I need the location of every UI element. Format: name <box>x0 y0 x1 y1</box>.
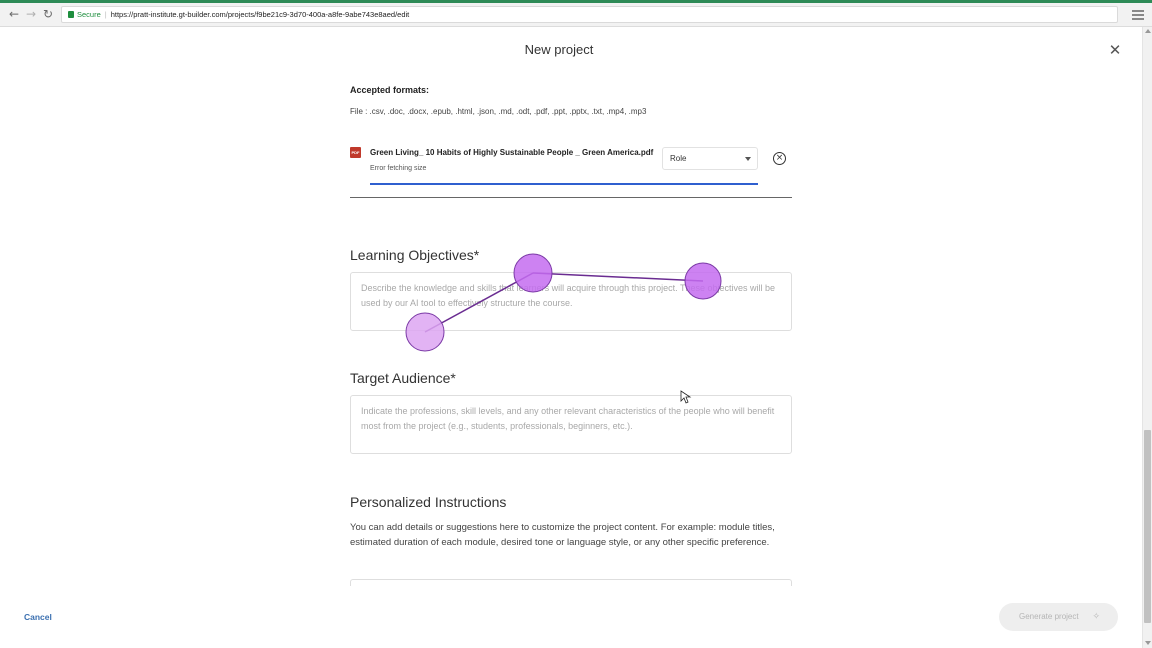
personalized-instructions-help: You can add details or suggestions here … <box>350 522 775 548</box>
url-text: https://pratt-institute.gt-builder.com/p… <box>110 10 410 19</box>
learning-objectives-placeholder: Describe the knowledge and skills that l… <box>361 283 776 308</box>
modal-footer: Cancel Generate project ✧ <box>0 586 1142 648</box>
forward-arrow-icon[interactable]: → <box>24 7 38 21</box>
learning-objectives-input[interactable]: Describe the knowledge and skills that l… <box>350 272 792 331</box>
role-select[interactable]: Role <box>662 147 758 170</box>
target-audience-title: Target Audience* <box>350 370 456 386</box>
modal-title: New project <box>524 42 594 57</box>
close-icon[interactable]: ✕ <box>1108 43 1122 58</box>
accepted-formats-list: File : .csv, .doc, .docx, .epub, .html, … <box>350 107 647 116</box>
accepted-formats-title: Accepted formats: <box>350 85 430 95</box>
role-select-value: Role <box>670 154 687 163</box>
lock-icon <box>68 11 74 18</box>
browser-toolbar: ← → ↻ Secure | https://pratt-institute.gt-… <box>0 3 1152 27</box>
target-audience-placeholder: Indicate the professions, skill levels, … <box>361 406 775 431</box>
address-bar[interactable]: Secure | https://pratt-institute.gt-builde… <box>61 6 1118 23</box>
generate-project-label: Generate project <box>1019 612 1079 621</box>
learning-objectives-title: Learning Objectives* <box>350 247 480 263</box>
pdf-file-icon: PDF <box>350 147 361 158</box>
scroll-down-arrow-icon[interactable] <box>1145 641 1151 645</box>
remove-file-icon[interactable]: × <box>773 152 786 165</box>
target-audience-input[interactable]: Indicate the professions, skill levels, … <box>350 395 792 454</box>
browser-menu-icon[interactable] <box>1132 10 1144 20</box>
page-scrollbar[interactable] <box>1142 27 1152 648</box>
file-status: Error fetching size <box>370 165 427 172</box>
generate-project-button[interactable]: Generate project ✧ <box>999 603 1118 631</box>
uploaded-file-row: PDF Green Living_ 10 Habits of Highly Su… <box>350 142 792 198</box>
cancel-button[interactable]: Cancel <box>24 612 52 622</box>
file-progress-bar <box>370 183 758 185</box>
secure-label: Secure <box>77 10 101 19</box>
personalized-instructions-title: Personalized Instructions <box>350 494 507 510</box>
scrollbar-thumb[interactable] <box>1144 430 1151 623</box>
scroll-up-arrow-icon[interactable] <box>1145 29 1151 33</box>
file-progress-fill <box>370 183 758 185</box>
reload-icon[interactable]: ↻ <box>41 7 55 21</box>
address-separator: | <box>104 10 107 19</box>
chevron-down-icon <box>745 157 751 161</box>
sparkle-icon: ✧ <box>1092 612 1100 622</box>
back-arrow-icon[interactable]: ← <box>7 7 21 21</box>
file-name: Green Living_ 10 Habits of Highly Sustai… <box>370 148 654 157</box>
